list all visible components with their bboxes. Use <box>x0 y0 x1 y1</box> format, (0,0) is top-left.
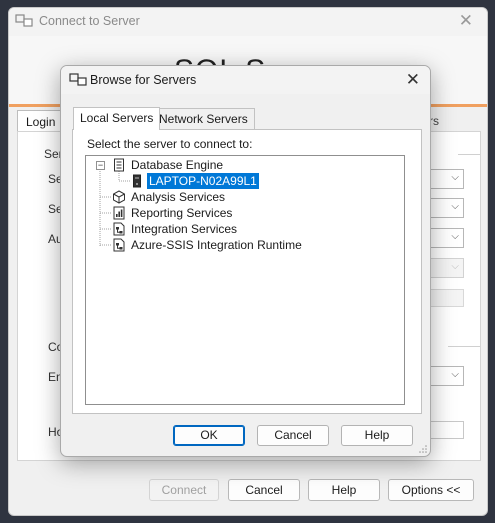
bg-help-button[interactable]: Help <box>308 479 380 501</box>
resize-grip-icon[interactable] <box>418 444 428 454</box>
collapse-database-engine-toggle[interactable]: − <box>96 161 105 170</box>
server-window-icon <box>15 14 33 27</box>
browse-for-servers-dialog: Browse for Servers ✕ Local Servers Netwo… <box>60 65 431 457</box>
tree-item-label: LAPTOP-N02A99L1 <box>147 173 259 189</box>
chevron-down-icon: ⌵ <box>451 201 459 212</box>
chevron-down-icon: ⌵ <box>451 261 459 272</box>
tree-item-label: Database Engine <box>131 158 224 172</box>
close-icon[interactable]: ✕ <box>406 70 420 90</box>
server-window-icon <box>69 73 87 86</box>
server-tree[interactable]: − Database Engine LAPTOP-N02A99L1 Analys… <box>85 155 405 405</box>
local-servers-panel: Select the server to connect to: − Datab… <box>72 129 422 414</box>
chevron-down-icon: ⌵ <box>451 172 459 183</box>
report-icon <box>113 206 125 220</box>
tab-network-servers[interactable]: Network Servers <box>152 108 255 129</box>
database-engine-icon <box>114 158 124 172</box>
options-button[interactable]: Options << <box>388 479 474 501</box>
cube-icon <box>113 190 125 204</box>
tree-item-label: Azure-SSIS Integration Runtime <box>131 238 302 252</box>
bg-cancel-button[interactable]: Cancel <box>228 479 300 501</box>
tree-item-label: Reporting Services <box>131 206 233 220</box>
cancel-button[interactable]: Cancel <box>257 425 329 446</box>
server-icon <box>133 174 141 188</box>
chevron-down-icon: ⌵ <box>451 369 459 380</box>
divider <box>458 154 480 155</box>
close-icon[interactable]: ✕ <box>459 11 473 31</box>
connect-window-title: Connect to Server <box>39 14 140 28</box>
help-button[interactable]: Help <box>341 425 413 446</box>
dialog-titlebar: Browse for Servers ✕ <box>61 66 430 94</box>
tab-local-servers[interactable]: Local Servers <box>73 107 161 130</box>
tree-item-label: Analysis Services <box>131 190 226 204</box>
integration-icon <box>113 238 125 252</box>
connect-button[interactable]: Connect <box>149 479 219 501</box>
tree-item-label: Integration Services <box>131 222 238 236</box>
connect-window-titlebar: Connect to Server ✕ <box>9 8 487 36</box>
dialog-title: Browse for Servers <box>90 73 197 87</box>
instruction-label: Select the server to connect to: <box>87 137 253 151</box>
tab-login[interactable]: Login <box>17 110 65 133</box>
chevron-down-icon: ⌵ <box>451 231 459 242</box>
divider <box>448 346 480 347</box>
ok-button[interactable]: OK <box>173 425 245 446</box>
integration-icon <box>113 222 125 236</box>
